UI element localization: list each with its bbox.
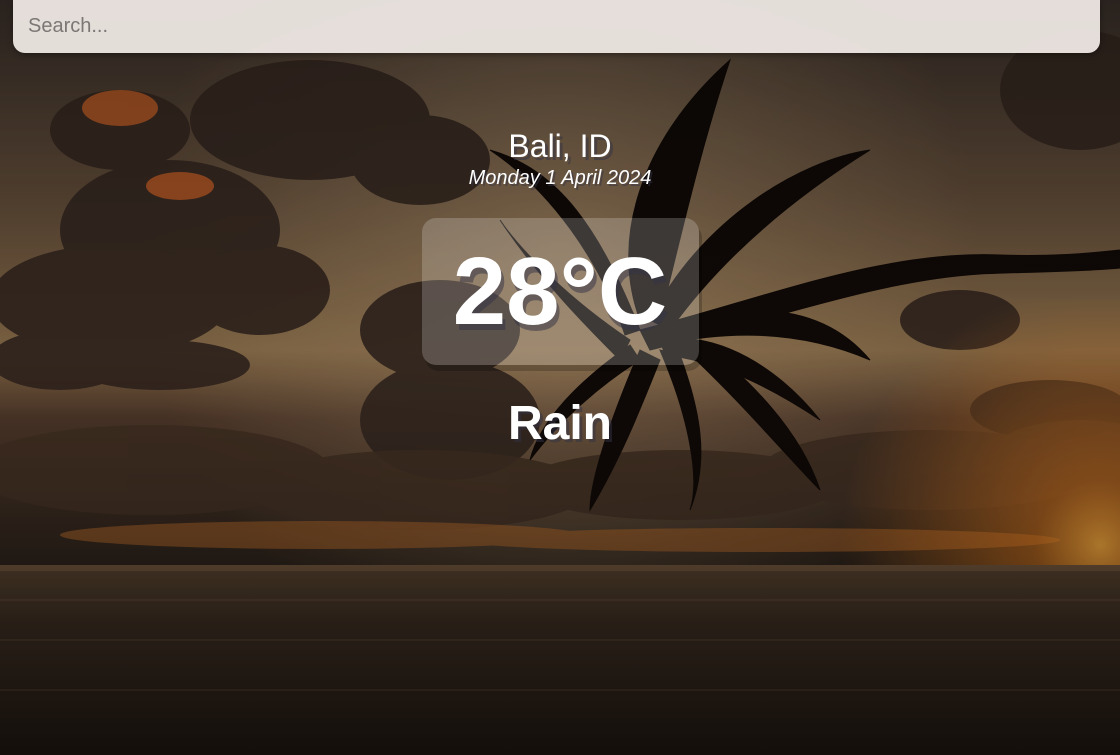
search-box bbox=[13, 0, 1100, 53]
current-date: Monday 1 April 2024 bbox=[468, 167, 652, 189]
weather-app: Bali, ID Monday 1 April 2024 28°C Rain bbox=[0, 0, 1120, 755]
location-box: Bali, ID Monday 1 April 2024 bbox=[0, 126, 1120, 190]
background-image bbox=[0, 0, 1120, 755]
search-input[interactable] bbox=[13, 0, 1100, 53]
location-name: Bali, ID bbox=[508, 128, 612, 164]
weather-condition: Rain bbox=[507, 397, 612, 450]
weather-box: 28°C bbox=[0, 218, 1120, 365]
temperature-display: 28°C bbox=[421, 218, 699, 365]
